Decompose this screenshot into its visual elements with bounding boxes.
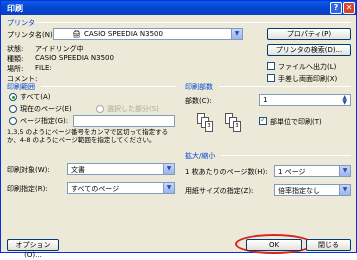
title-bar[interactable]: 印刷 ? ✕ bbox=[1, 1, 356, 15]
range-pages-radio[interactable] bbox=[9, 117, 17, 125]
printer-name-label: プリンタ名(N): bbox=[7, 31, 56, 39]
window-title: 印刷 bbox=[7, 4, 23, 13]
file-output-label[interactable]: ファイルへ出力(L) bbox=[278, 62, 336, 72]
properties-button[interactable]: プロパティ(P) bbox=[267, 28, 351, 40]
where-label: 場所: bbox=[7, 65, 24, 73]
range-current-radio[interactable] bbox=[9, 105, 17, 113]
chevron-down-icon: ▼ bbox=[163, 164, 174, 174]
manual-duplex-label[interactable]: 手差し両面印刷(X) bbox=[278, 74, 337, 84]
divider bbox=[221, 155, 351, 156]
paper-size-label: 用紙サイズの指定(Z): bbox=[185, 187, 254, 195]
divider bbox=[41, 86, 176, 87]
per-sheet-select[interactable]: 1 ページ ▼ bbox=[274, 165, 351, 177]
type-label: 種類: bbox=[7, 55, 24, 63]
copies-count-spinner[interactable]: 1 ▲ ▼ bbox=[259, 94, 351, 106]
copies-count-label: 部数(C): bbox=[185, 97, 212, 105]
print-target-label: 印刷対象(W): bbox=[7, 166, 50, 174]
zoom-group-label: 拡大/縮小 bbox=[185, 152, 216, 160]
help-icon[interactable]: ? bbox=[330, 2, 342, 14]
range-pages-label[interactable]: ページ指定(G): bbox=[20, 116, 68, 126]
chevron-down-icon: ▼ bbox=[163, 183, 174, 193]
copies-group-label: 印刷部数 bbox=[185, 83, 213, 91]
chevron-down-icon: ▼ bbox=[231, 29, 242, 39]
spinner-arrows-icon[interactable]: ▲ ▼ bbox=[342, 95, 347, 106]
print-target-value: 文書 bbox=[71, 166, 85, 174]
print-target-select[interactable]: 文書 ▼ bbox=[67, 163, 175, 175]
paper-size-value: 倍率指定なし bbox=[278, 187, 320, 195]
per-sheet-value: 1 ページ bbox=[278, 168, 306, 176]
close-icon[interactable]: ✕ bbox=[343, 2, 355, 14]
find-printer-button[interactable]: プリンタの検索(D)... bbox=[267, 44, 351, 56]
print-pages-select[interactable]: すべてのページ ▼ bbox=[67, 182, 175, 194]
divider bbox=[219, 86, 351, 87]
close-button[interactable]: 閉じる bbox=[306, 239, 351, 251]
chevron-down-icon: ▼ bbox=[339, 166, 350, 176]
collate-label[interactable]: 部単位で印刷(T) bbox=[270, 117, 322, 127]
range-group-label: 印刷範囲 bbox=[7, 83, 35, 91]
print-dialog: 印刷 ? ✕ プリンタ プリンタ名(N): 🖨 CASIO SPEEDIA N3… bbox=[0, 0, 357, 259]
status-value: アイドリング中 bbox=[35, 45, 84, 53]
range-current-label[interactable]: 現在のページ(E) bbox=[20, 104, 72, 114]
printer-name-select[interactable]: 🖨 CASIO SPEEDIA N3500 ▼ bbox=[53, 28, 243, 40]
printer-icon: 🖨 bbox=[72, 30, 81, 38]
paper-size-select[interactable]: 倍率指定なし ▼ bbox=[274, 184, 351, 196]
chevron-down-icon: ▼ bbox=[339, 185, 350, 195]
copies-count-value: 1 bbox=[263, 96, 268, 104]
ok-button[interactable]: OK bbox=[246, 239, 302, 251]
type-value: CASIO SPEEDIA N3500 bbox=[35, 54, 114, 62]
where-value: FILE: bbox=[35, 64, 52, 72]
status-label: 状態: bbox=[7, 45, 24, 53]
options-button[interactable]: オプション(O)... bbox=[7, 239, 59, 259]
range-help-text: 1,3,5 のようにページ番号をカンマで区切って指定するか、4-8 のようにペー… bbox=[7, 128, 169, 144]
manual-duplex-checkbox[interactable] bbox=[267, 74, 275, 82]
divider bbox=[35, 22, 351, 23]
printer-name-value: CASIO SPEEDIA N3500 bbox=[84, 30, 163, 38]
printer-group-label: プリンタ bbox=[7, 19, 35, 27]
collate-checkbox[interactable] bbox=[259, 115, 267, 125]
file-output-checkbox[interactable] bbox=[267, 62, 275, 70]
range-all-radio[interactable] bbox=[9, 93, 17, 101]
per-sheet-label: 1 枚あたりのページ数(H): bbox=[185, 168, 268, 176]
print-pages-value: すべてのページ bbox=[71, 185, 120, 193]
range-selection-radio[interactable] bbox=[96, 105, 104, 113]
range-all-label[interactable]: すべて(A) bbox=[20, 92, 50, 102]
range-pages-input[interactable] bbox=[73, 115, 175, 127]
range-selection-label[interactable]: 選択した部分(S) bbox=[107, 104, 159, 114]
print-pages-label: 印刷指定(R): bbox=[7, 185, 48, 193]
